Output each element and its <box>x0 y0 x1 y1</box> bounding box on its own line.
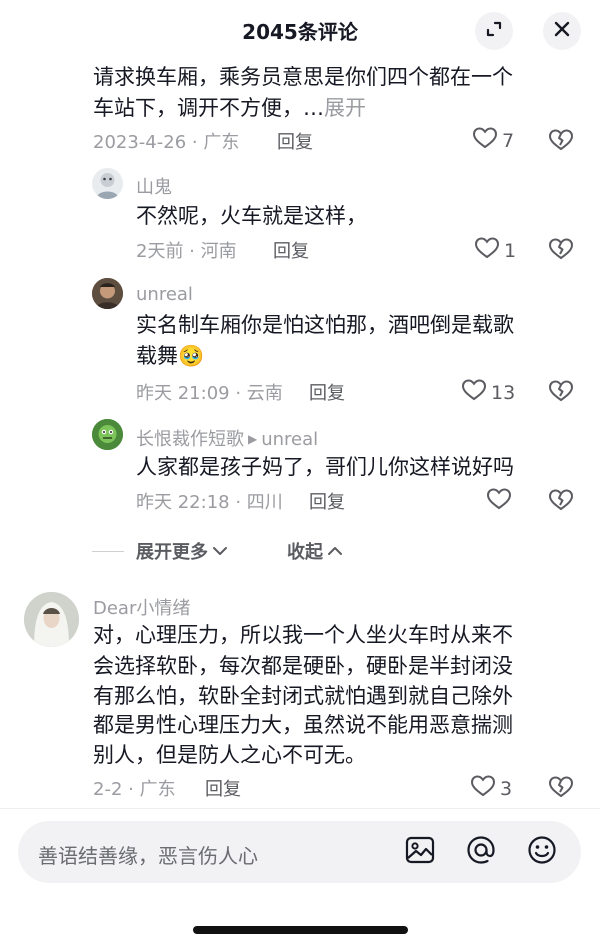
commenter-name[interactable]: Dear小情绪 <box>93 594 190 620</box>
avatar[interactable] <box>92 168 123 199</box>
dislike-button[interactable] <box>548 775 574 803</box>
reply-button[interactable]: 回复 <box>309 488 345 514</box>
comment-input-bar: 善语结善缘，恶言伤人心 <box>18 821 581 883</box>
comment-meta: 2-2 · 广东 <box>93 779 176 800</box>
like-button[interactable]: 7 <box>472 126 514 155</box>
comment-text-line: 别人，但是防人之心不可无。 <box>93 743 366 767</box>
dislike-button[interactable] <box>548 379 574 407</box>
expand-button[interactable] <box>475 12 513 50</box>
expand-more-button[interactable]: 展开更多 <box>92 538 228 564</box>
chevron-up-icon <box>327 541 343 562</box>
commenter-name[interactable]: 山鬼 <box>136 173 172 199</box>
expand-icon <box>484 19 504 43</box>
commenter-name[interactable]: unreal <box>136 284 193 305</box>
home-indicator[interactable] <box>193 926 408 934</box>
comment-text-fragment: 车站下，调开不方便，… <box>93 96 324 120</box>
reply-button[interactable]: 回复 <box>205 775 241 801</box>
dislike-button[interactable] <box>548 488 574 516</box>
image-button[interactable] <box>403 835 437 869</box>
comment-text-line: 载舞🥹 <box>136 341 204 372</box>
chevron-down-icon <box>212 541 228 562</box>
reply-to-name: unreal <box>261 429 319 450</box>
like-count: 3 <box>500 777 513 800</box>
reply-button[interactable]: 回复 <box>277 128 313 154</box>
comment-meta: 2天前 · 河南 <box>136 241 237 262</box>
reply-button[interactable]: 回复 <box>273 237 309 263</box>
image-icon <box>405 836 435 868</box>
reply-arrow-icon: ▶ <box>248 432 258 446</box>
comment-input[interactable]: 善语结善缘，恶言伤人心 <box>38 840 258 869</box>
comment-meta: 2023-4-26 · 广东 <box>93 132 240 153</box>
broken-heart-icon <box>548 129 574 156</box>
comment-text-line: 对，心理压力，所以我一个人坐火车时从来不 <box>93 623 513 647</box>
collapse-label: 收起 <box>287 542 323 563</box>
emoji-icon <box>527 835 557 869</box>
like-button[interactable] <box>486 487 512 516</box>
comment-text-fragment: 载舞 <box>136 344 178 368</box>
heart-icon <box>472 126 498 155</box>
like-button[interactable]: 13 <box>461 378 515 407</box>
broken-heart-icon <box>548 489 574 516</box>
dislike-button[interactable] <box>548 237 574 265</box>
like-count: 7 <box>502 129 515 152</box>
heart-icon <box>486 487 512 516</box>
commenter-name[interactable]: 长恨裁作短歌 ▶ unreal <box>136 425 318 451</box>
comment-text: 不然呢，火车就是这样， <box>136 204 367 228</box>
broken-heart-icon <box>548 238 574 265</box>
broken-heart-icon <box>548 380 574 407</box>
comment-text-line: 实名制车厢你是怕这怕那，酒吧倒是载歌 <box>136 313 514 337</box>
heart-icon <box>461 378 487 407</box>
comment-meta: 昨天 21:09 · 云南 <box>136 383 283 404</box>
divider <box>0 808 600 809</box>
reply-button[interactable]: 回复 <box>309 379 345 405</box>
heart-icon <box>474 236 500 265</box>
avatar[interactable] <box>24 592 79 647</box>
comment-text-line: 会选择软卧，每次都是硬卧，硬卧是半封闭没 <box>93 654 513 678</box>
expand-more-label: 展开更多 <box>136 542 208 563</box>
emoji: 🥹 <box>178 344 205 368</box>
comment-text-line: 请求换车厢，乘务员意思是你们四个都在一个 <box>93 65 513 89</box>
heart-icon <box>470 774 496 803</box>
dislike-button[interactable] <box>548 128 574 156</box>
at-icon <box>466 835 496 869</box>
like-button[interactable]: 3 <box>470 774 512 803</box>
broken-heart-icon <box>548 776 574 803</box>
collapse-button[interactable]: 收起 <box>287 538 343 564</box>
emoji-button[interactable] <box>525 835 559 869</box>
mention-button[interactable] <box>464 835 498 869</box>
comment-text: 人家都是孩子妈了，哥们儿你这样说好吗 <box>136 455 514 479</box>
comment-text-line: 有那么怕，软卧全封闭式就怕遇到就自己除外 <box>93 684 513 708</box>
comment-text-line: 车站下，调开不方便，…展开 <box>93 93 366 124</box>
like-button[interactable]: 1 <box>474 236 516 265</box>
commenter-name-text: 长恨裁作短歌 <box>136 429 244 450</box>
avatar[interactable] <box>92 278 123 309</box>
close-button[interactable] <box>543 12 581 50</box>
expand-text-link[interactable]: 展开 <box>324 96 366 120</box>
like-count: 1 <box>504 239 517 262</box>
comments-header: 2045条评论 <box>0 0 600 62</box>
divider-line <box>92 550 124 552</box>
avatar[interactable] <box>92 419 123 450</box>
like-count: 13 <box>491 381 516 404</box>
comment-text-line: 都是男性心理压力大，虽然说不能用恶意揣测 <box>93 713 513 737</box>
comment-meta: 昨天 22:18 · 四川 <box>136 492 283 513</box>
close-icon <box>552 19 572 43</box>
